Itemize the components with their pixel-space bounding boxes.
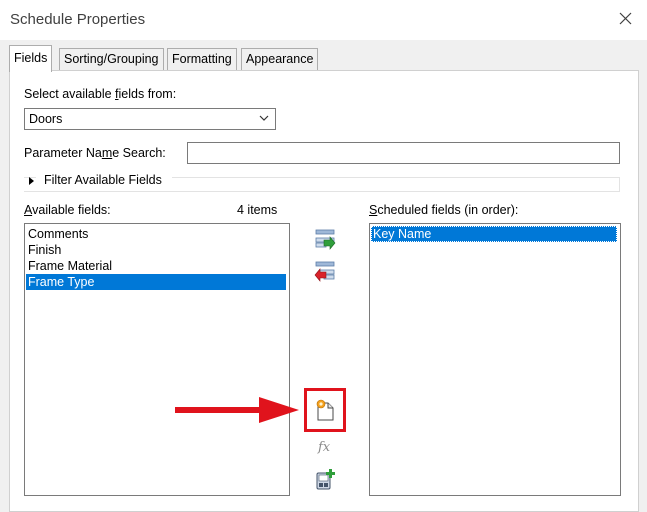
add-field-icon	[315, 229, 336, 250]
tab-appearance[interactable]: Appearance	[241, 48, 319, 70]
filter-available-fields-label[interactable]: Filter Available Fields	[44, 173, 162, 187]
scheduled-field-item-selected[interactable]: Key Name	[371, 226, 617, 242]
parameter-search-input[interactable]	[187, 142, 620, 164]
combine-parameters-icon	[316, 469, 335, 490]
available-field-item[interactable]: Finish	[26, 242, 286, 258]
close-button[interactable]	[612, 8, 638, 30]
select-fields-from-label: Select available fields from:	[24, 87, 177, 101]
title-bar: Schedule Properties	[0, 0, 647, 40]
category-dropdown[interactable]: Doors	[24, 108, 276, 130]
filter-expand-toggle[interactable]	[26, 175, 36, 190]
tab-sorting-grouping[interactable]: Sorting/Grouping	[59, 48, 164, 70]
add-field-button[interactable]	[312, 226, 338, 252]
available-field-item[interactable]: Comments	[26, 226, 286, 242]
triangle-right-icon	[29, 177, 34, 185]
available-field-item[interactable]: Frame Material	[26, 258, 286, 274]
svg-text:fx: fx	[317, 440, 331, 455]
close-icon	[619, 12, 632, 25]
calculated-value-button[interactable]: fx	[312, 434, 338, 460]
highlight-box	[304, 388, 346, 432]
available-fields-label: Available fields:	[24, 203, 111, 217]
annotation-arrow	[175, 397, 299, 423]
remove-field-icon	[314, 261, 335, 282]
combine-parameters-button[interactable]	[312, 466, 338, 492]
scheduled-fields-list[interactable]: Key Name	[369, 223, 621, 496]
available-fields-list[interactable]: Comments Finish Frame Material Frame Typ…	[24, 223, 290, 496]
window-title: Schedule Properties	[10, 11, 146, 28]
available-field-item-selected[interactable]: Frame Type	[26, 274, 286, 290]
parameter-search-label: Parameter Name Search:	[24, 146, 166, 160]
item-count: 4 items	[237, 203, 278, 217]
tab-fields[interactable]: Fields	[9, 45, 53, 72]
scheduled-fields-label: Scheduled fields (in order):	[369, 203, 519, 217]
calculated-value-icon: fx	[317, 440, 331, 455]
remove-field-button[interactable]	[312, 258, 338, 284]
category-dropdown-value: Doors	[29, 112, 63, 126]
tab-formatting[interactable]: Formatting	[167, 48, 237, 70]
chevron-down-icon	[259, 115, 269, 121]
